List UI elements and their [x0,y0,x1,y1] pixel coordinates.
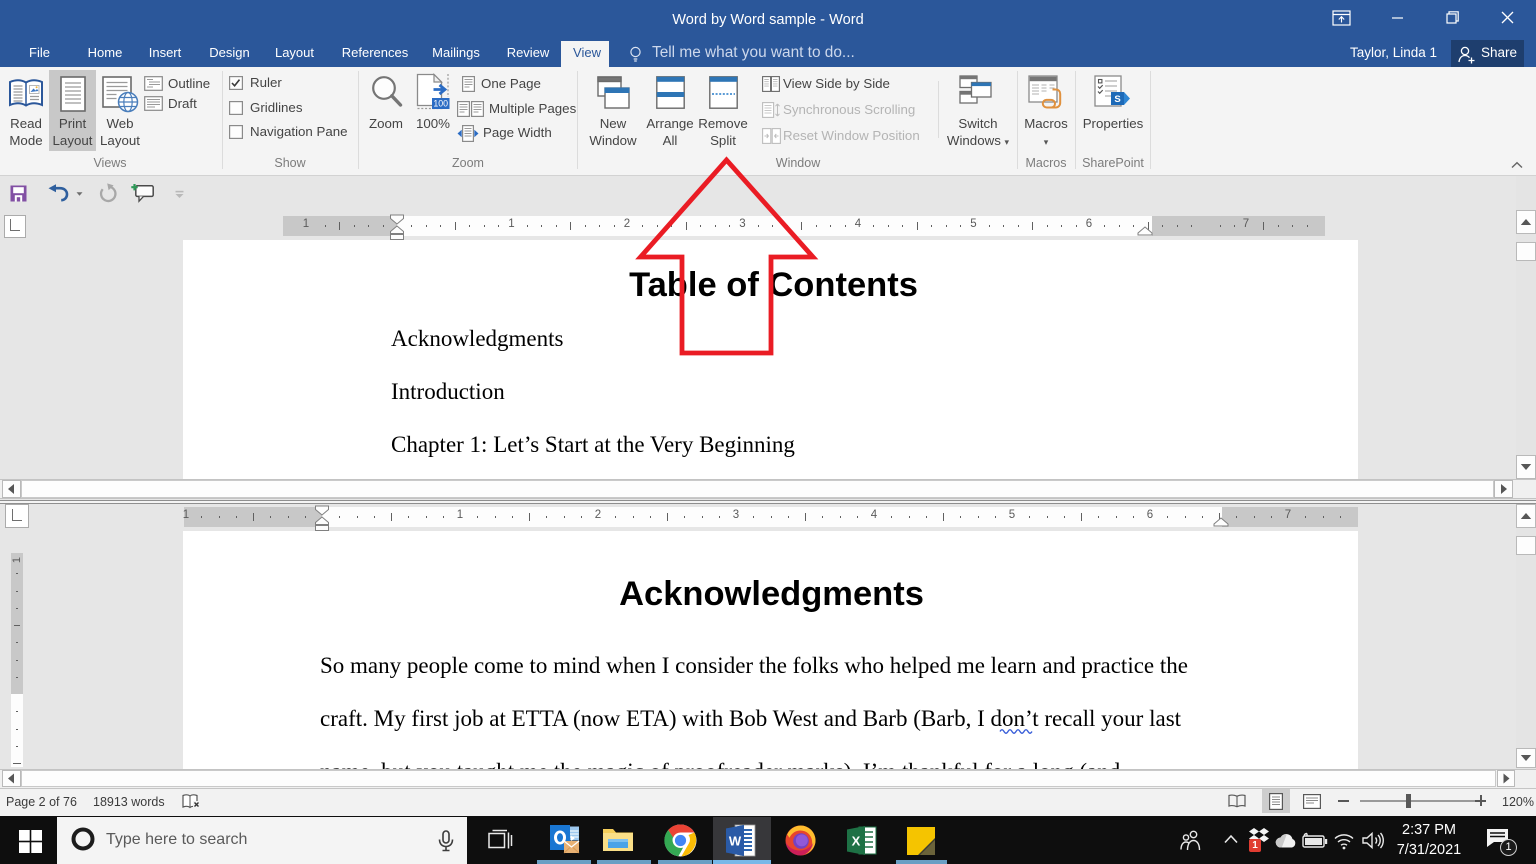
svg-text:S: S [1114,94,1120,105]
svg-text:100: 100 [433,99,448,109]
svg-text:X: X [852,834,861,849]
svg-text:W: W [729,834,742,849]
